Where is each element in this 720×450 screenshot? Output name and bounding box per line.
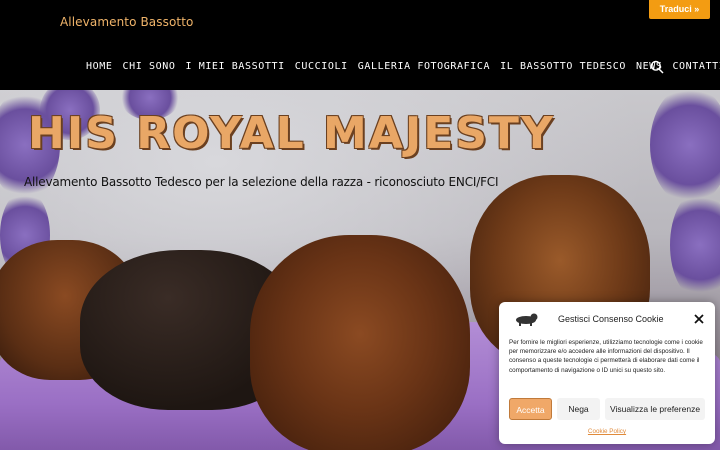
nav-item-il-bassotto-tedesco[interactable]: IL BASSOTTO TEDESCO	[500, 61, 626, 72]
wisteria-decoration	[670, 190, 720, 300]
deny-button[interactable]: Nega	[557, 398, 600, 420]
cookie-policy-link[interactable]: Cookie Policy	[499, 428, 715, 435]
nav-item-i-miei-bassotti[interactable]: I MIEI BASSOTTI	[185, 61, 284, 72]
accept-button[interactable]: Accetta	[509, 398, 552, 420]
main-nav: HOME CHI SONO I MIEI BASSOTTI CUCCIOLI G…	[86, 61, 720, 72]
translate-button[interactable]: Traduci »	[649, 0, 710, 19]
site-title[interactable]: Allevamento Bassotto	[60, 15, 193, 29]
search-icon[interactable]	[650, 60, 664, 74]
hero-subtitle: Allevamento Bassotto Tedesco per la sele…	[24, 175, 499, 189]
page: Allevamento Bassotto Traduci » HOME CHI …	[0, 0, 720, 450]
site-header: Allevamento Bassotto Traduci » HOME CHI …	[0, 0, 720, 90]
nav-item-cuccioli[interactable]: CUCCIOLI	[295, 61, 348, 72]
preferences-button[interactable]: Visualizza le preferenze	[605, 398, 705, 420]
nav-item-contatti[interactable]: CONTATTI	[672, 61, 720, 72]
cookie-dialog-text: Per fornire le migliori esperienze, util…	[509, 339, 703, 374]
cookie-dialog-title: Gestisci Consenso Cookie	[558, 314, 664, 324]
hero-title: HIS ROYAL MAJESTY	[28, 108, 555, 159]
close-icon[interactable]	[694, 314, 704, 324]
nav-item-home[interactable]: HOME	[86, 61, 112, 72]
wisteria-decoration	[650, 90, 720, 205]
nav-item-galleria-fotografica[interactable]: GALLERIA FOTOGRAFICA	[358, 61, 490, 72]
dachshund-center	[250, 235, 470, 450]
cookie-consent-dialog: Gestisci Consenso Cookie Per fornire le …	[499, 302, 715, 444]
dachshund-logo-icon	[516, 313, 538, 326]
nav-item-chi-sono[interactable]: CHI SONO	[122, 61, 175, 72]
